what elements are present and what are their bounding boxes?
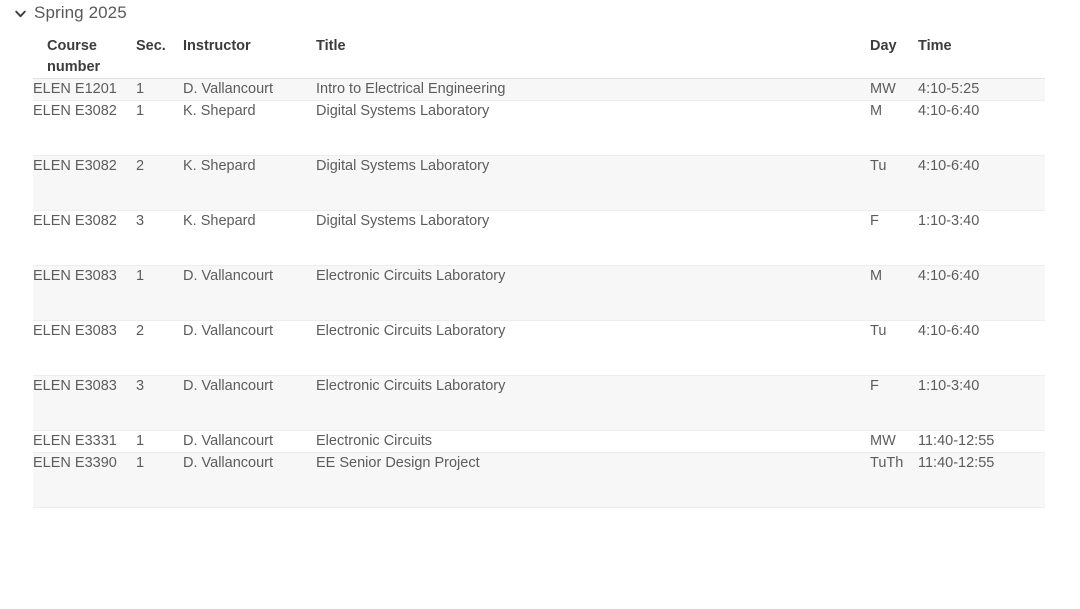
cell-title: Electronic Circuits Laboratory: [316, 375, 870, 431]
table-body: ELEN E1201 1 D. Vallancourt Intro to Electr…: [33, 78, 1045, 508]
cell-course-number: ELEN E3082: [33, 100, 136, 156]
cell-section: 1: [136, 430, 183, 453]
cell-section: 3: [136, 210, 183, 266]
cell-day: MW: [870, 78, 918, 101]
cell-course-number: ELEN E3082: [33, 210, 136, 266]
cell-day: M: [870, 265, 918, 321]
table-row[interactable]: ELEN E3083 2 D. Vallancourt Electronic Circ…: [33, 320, 1045, 376]
cell-course-number: ELEN E3331: [33, 430, 136, 453]
cell-section: 1: [136, 78, 183, 101]
table-row[interactable]: ELEN E3390 1 D. Vallancourt EE Senior Desig…: [33, 452, 1045, 508]
cell-instructor: K. Shepard: [183, 210, 316, 266]
cell-section: 2: [136, 155, 183, 211]
table-row[interactable]: ELEN E3082 1 K. Shepard Digital Systems Lab…: [33, 100, 1045, 156]
chevron-down-icon[interactable]: [14, 7, 27, 20]
course-schedule-table: Course number Sec. Instructor Title Day …: [33, 36, 1045, 508]
table-row[interactable]: ELEN E3083 3 D. Vallancourt Electronic Circ…: [33, 375, 1045, 431]
cell-section: 1: [136, 100, 183, 156]
cell-day: M: [870, 100, 918, 156]
table-row[interactable]: ELEN E3331 1 D. Vallancourt Electronic Circ…: [33, 430, 1045, 453]
column-header-title: Title: [316, 36, 870, 79]
cell-instructor: D. Vallancourt: [183, 452, 316, 508]
cell-section: 1: [136, 452, 183, 508]
cell-title: Intro to Electrical Engineering: [316, 78, 870, 101]
cell-time: 11:40-12:55: [918, 452, 1045, 508]
cell-instructor: D. Vallancourt: [183, 375, 316, 431]
cell-instructor: D. Vallancourt: [183, 320, 316, 376]
cell-course-number: ELEN E3082: [33, 155, 136, 211]
column-header-course-number: Course number: [33, 36, 136, 79]
cell-course-number: ELEN E3083: [33, 265, 136, 321]
cell-instructor: D. Vallancourt: [183, 78, 316, 101]
cell-day: TuTh: [870, 452, 918, 508]
term-section-header[interactable]: Spring 2025: [14, 0, 127, 26]
term-label: Spring 2025: [34, 3, 127, 22]
cell-course-number: ELEN E1201: [33, 78, 136, 101]
table-row[interactable]: ELEN E3082 3 K. Shepard Digital Systems Lab…: [33, 210, 1045, 266]
cell-section: 2: [136, 320, 183, 376]
cell-instructor: K. Shepard: [183, 155, 316, 211]
cell-day: Tu: [870, 320, 918, 376]
cell-course-number: ELEN E3083: [33, 320, 136, 376]
cell-title: Electronic Circuits: [316, 430, 870, 453]
cell-time: 4:10-6:40: [918, 100, 1045, 156]
cell-title: Digital Systems Laboratory: [316, 100, 870, 156]
cell-time: 4:10-5:25: [918, 78, 1045, 101]
column-header-day: Day: [870, 36, 918, 79]
table-header: Course number Sec. Instructor Title Day …: [33, 36, 1045, 79]
table-header-row: Course number Sec. Instructor Title Day …: [33, 36, 1045, 79]
cell-day: MW: [870, 430, 918, 453]
cell-day: Tu: [870, 155, 918, 211]
cell-course-number: ELEN E3390: [33, 452, 136, 508]
cell-time: 1:10-3:40: [918, 210, 1045, 266]
cell-day: F: [870, 375, 918, 431]
table-row[interactable]: ELEN E3083 1 D. Vallancourt Electronic Circ…: [33, 265, 1045, 321]
cell-title: EE Senior Design Project: [316, 452, 870, 508]
cell-instructor: D. Vallancourt: [183, 430, 316, 453]
table-row[interactable]: ELEN E1201 1 D. Vallancourt Intro to Electr…: [33, 78, 1045, 101]
course-schedule-page: Spring 2025 Course number Sec. Instructo…: [0, 0, 1080, 609]
cell-title: Digital Systems Laboratory: [316, 155, 870, 211]
cell-time: 11:40-12:55: [918, 430, 1045, 453]
cell-section: 3: [136, 375, 183, 431]
cell-title: Electronic Circuits Laboratory: [316, 265, 870, 321]
cell-time: 4:10-6:40: [918, 320, 1045, 376]
cell-instructor: D. Vallancourt: [183, 265, 316, 321]
table-row[interactable]: ELEN E3082 2 K. Shepard Digital Systems Lab…: [33, 155, 1045, 211]
cell-title: Electronic Circuits Laboratory: [316, 320, 870, 376]
cell-course-number: ELEN E3083: [33, 375, 136, 431]
column-header-section: Sec.: [136, 36, 183, 79]
cell-time: 4:10-6:40: [918, 265, 1045, 321]
cell-instructor: K. Shepard: [183, 100, 316, 156]
column-header-instructor: Instructor: [183, 36, 316, 79]
column-header-time: Time: [918, 36, 1045, 79]
cell-time: 4:10-6:40: [918, 155, 1045, 211]
schedule-table-container: Course number Sec. Instructor Title Day …: [33, 36, 1045, 508]
cell-day: F: [870, 210, 918, 266]
cell-time: 1:10-3:40: [918, 375, 1045, 431]
cell-title: Digital Systems Laboratory: [316, 210, 870, 266]
cell-section: 1: [136, 265, 183, 321]
